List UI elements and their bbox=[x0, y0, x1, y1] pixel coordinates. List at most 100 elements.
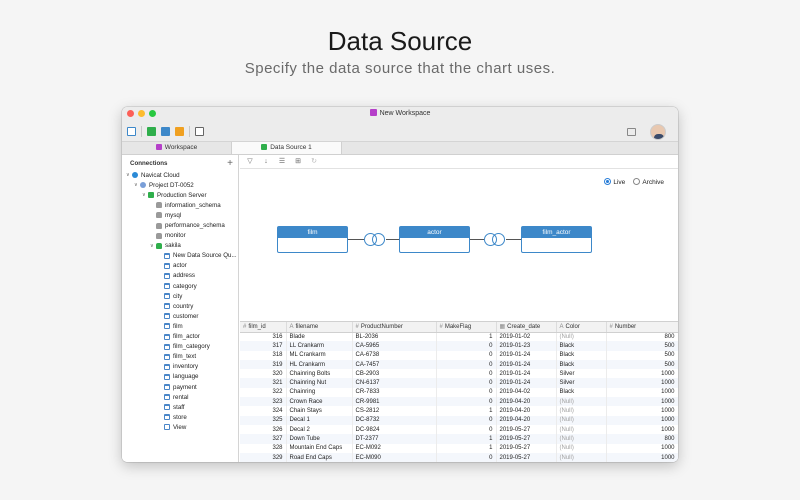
table-cell[interactable]: Mountain End Caps bbox=[286, 443, 353, 453]
table-cell[interactable]: 0 bbox=[436, 387, 497, 398]
table-cell[interactable]: 322 bbox=[240, 387, 287, 398]
table-cell[interactable]: (Null) bbox=[556, 397, 607, 407]
table-cell[interactable]: 323 bbox=[240, 397, 287, 407]
user-avatar[interactable] bbox=[650, 124, 666, 140]
inner-join-icon[interactable] bbox=[484, 233, 506, 246]
column-header[interactable]: # film_id bbox=[240, 322, 287, 333]
table-cell[interactable]: EC-M090 bbox=[352, 452, 437, 462]
fields-icon[interactable]: ☰ bbox=[278, 158, 286, 165]
table-cell[interactable]: 2019-04-20 bbox=[496, 415, 557, 425]
table-row[interactable]: 328 Mountain End Caps EC-M092 1 2019-05-27 (N… bbox=[240, 443, 678, 453]
new-data-source-icon[interactable] bbox=[147, 127, 156, 136]
table-cell[interactable]: Road End Caps bbox=[286, 452, 353, 462]
tree-item[interactable]: New Data Source Qu... bbox=[122, 251, 238, 261]
table-cell[interactable]: ML Crankarm bbox=[286, 350, 353, 360]
tree-item[interactable]: mysql bbox=[122, 210, 238, 220]
table-cell[interactable]: CA-7457 bbox=[352, 359, 437, 370]
table-cell[interactable]: CA-5965 bbox=[352, 341, 437, 351]
table-cell[interactable]: DC-8732 bbox=[352, 415, 437, 425]
table-cell[interactable]: (Null) bbox=[556, 415, 607, 425]
table-row[interactable]: 322 Chainring CR-7833 0 2019-04-02 Black 1000 bbox=[240, 387, 678, 398]
table-row[interactable]: 329 Road End Caps EC-M090 0 2019-05-27 (Null)… bbox=[240, 452, 678, 462]
table-cell[interactable]: 500 bbox=[606, 350, 678, 360]
table-row[interactable]: 326 Decal 2 DC-9824 0 2019-05-27 (Null) 1000 bbox=[240, 424, 678, 435]
tree-item[interactable]: View bbox=[122, 422, 238, 432]
tree-item[interactable]: film bbox=[122, 321, 238, 331]
column-header[interactable]: A Color bbox=[556, 322, 607, 333]
tree-item[interactable]: information_schema bbox=[122, 200, 238, 210]
table-row[interactable]: 323 Crown Race CR-9981 0 2019-04-20 (Null) 100… bbox=[240, 397, 678, 407]
table-cell[interactable]: Silver bbox=[556, 378, 607, 388]
table-cell[interactable]: (Null) bbox=[556, 424, 607, 435]
entity-film[interactable]: film bbox=[277, 226, 348, 253]
filter-icon[interactable]: ▽ bbox=[246, 158, 254, 165]
table-cell[interactable]: 1000 bbox=[606, 452, 678, 462]
tree-item[interactable]: monitor bbox=[122, 231, 238, 241]
table-cell[interactable]: CS-2812 bbox=[352, 406, 437, 416]
table-row[interactable]: 317 LL Crankarm CA-5965 0 2019-01-23 Black 500 bbox=[240, 341, 678, 351]
table-cell[interactable]: 316 bbox=[240, 332, 287, 342]
table-cell[interactable]: 0 bbox=[436, 350, 497, 360]
inner-join-icon[interactable] bbox=[364, 233, 386, 246]
table-cell[interactable]: DT-2377 bbox=[352, 434, 437, 444]
table-cell[interactable]: Black bbox=[556, 359, 607, 370]
table-cell[interactable]: 2019-05-27 bbox=[496, 443, 557, 453]
table-cell[interactable]: BL-2036 bbox=[352, 332, 437, 342]
refresh-icon[interactable]: ↻ bbox=[310, 158, 318, 165]
tree-item[interactable]: staff bbox=[122, 402, 238, 412]
table-cell[interactable]: 500 bbox=[606, 359, 678, 370]
table-cell[interactable]: Chainring Bolts bbox=[286, 369, 353, 379]
table-row[interactable]: 319 HL Crankarm CA-7457 0 2019-01-24 Black 500 bbox=[240, 359, 678, 370]
copy-icon[interactable] bbox=[195, 127, 204, 136]
column-header[interactable]: ▦ Create_date bbox=[496, 322, 557, 333]
tree-item[interactable]: performance_schema bbox=[122, 220, 238, 230]
table-cell[interactable]: EC-M092 bbox=[352, 443, 437, 453]
column-header[interactable]: # Number bbox=[606, 322, 678, 333]
table-cell[interactable]: 1000 bbox=[606, 406, 678, 416]
table-row[interactable]: 320 Chainring Bolts CB-2903 0 2019-01-24 Silv… bbox=[240, 369, 678, 379]
add-join-icon[interactable]: ⊞ bbox=[294, 158, 302, 165]
table-cell[interactable]: 1000 bbox=[606, 369, 678, 379]
tab-data-source-1[interactable]: Data Source 1 bbox=[232, 142, 342, 154]
table-cell[interactable]: 2019-01-24 bbox=[496, 350, 557, 360]
tree-item[interactable]: inventory bbox=[122, 362, 238, 372]
sort-icon[interactable]: ↓ bbox=[262, 158, 270, 165]
table-cell[interactable]: (Null) bbox=[556, 406, 607, 416]
table-cell[interactable]: Blade bbox=[286, 332, 353, 342]
table-cell[interactable]: 325 bbox=[240, 415, 287, 425]
table-cell[interactable]: 0 bbox=[436, 452, 497, 462]
table-cell[interactable]: Chainring Nut bbox=[286, 378, 353, 388]
table-cell[interactable]: 329 bbox=[240, 452, 287, 462]
tree-item[interactable]: city bbox=[122, 291, 238, 301]
tree-item[interactable]: rental bbox=[122, 392, 238, 402]
table-cell[interactable]: 321 bbox=[240, 378, 287, 388]
table-cell[interactable]: 320 bbox=[240, 369, 287, 379]
tree-item[interactable]: film_text bbox=[122, 352, 238, 362]
toggle-panel-icon[interactable] bbox=[627, 128, 636, 136]
column-header[interactable]: # MakeFlag bbox=[436, 322, 497, 333]
table-cell[interactable]: 0 bbox=[436, 359, 497, 370]
tab-workspace[interactable]: Workspace bbox=[122, 142, 232, 154]
table-cell[interactable]: HL Crankarm bbox=[286, 359, 353, 370]
table-cell[interactable]: 2019-05-27 bbox=[496, 424, 557, 435]
table-cell[interactable]: 326 bbox=[240, 424, 287, 435]
table-cell[interactable]: 2019-01-02 bbox=[496, 332, 557, 342]
column-header[interactable]: Afilename bbox=[286, 322, 353, 333]
tree-item[interactable]: ∨ Production Server bbox=[122, 190, 238, 200]
table-cell[interactable]: 328 bbox=[240, 443, 287, 453]
table-cell[interactable]: 0 bbox=[436, 415, 497, 425]
tree-item[interactable]: ∨ Navicat Cloud bbox=[122, 170, 238, 180]
table-cell[interactable]: 2019-05-27 bbox=[496, 452, 557, 462]
tree-item[interactable]: country bbox=[122, 301, 238, 311]
table-cell[interactable]: CA-6738 bbox=[352, 350, 437, 360]
table-cell[interactable]: 1 bbox=[436, 332, 497, 342]
table-cell[interactable]: 1000 bbox=[606, 443, 678, 453]
table-cell[interactable]: (Null) bbox=[556, 434, 607, 444]
table-cell[interactable]: 1000 bbox=[606, 415, 678, 425]
table-cell[interactable]: Decal 1 bbox=[286, 415, 353, 425]
table-cell[interactable]: 800 bbox=[606, 332, 678, 342]
table-cell[interactable]: 327 bbox=[240, 434, 287, 444]
table-cell[interactable]: 318 bbox=[240, 350, 287, 360]
tree-item[interactable]: film_actor bbox=[122, 332, 238, 342]
table-cell[interactable]: Chainring bbox=[286, 387, 353, 398]
